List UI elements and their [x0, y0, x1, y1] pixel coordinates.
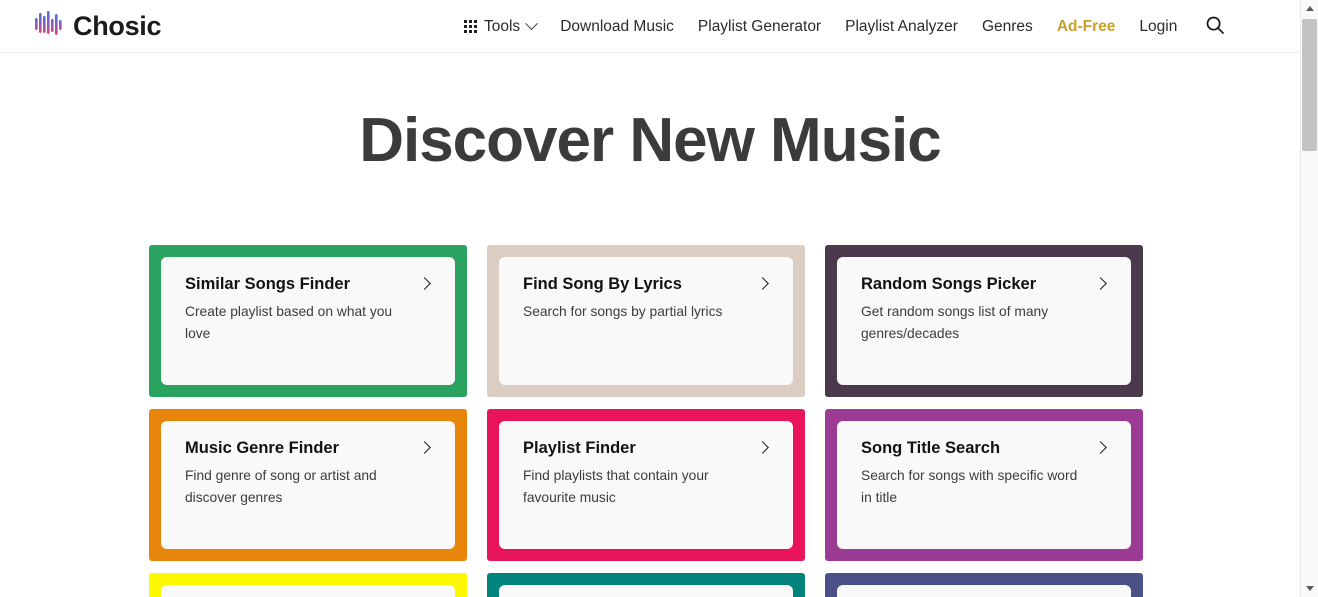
nav-item-playlist-analyzer[interactable]: Playlist Analyzer: [833, 0, 970, 53]
scroll-up-arrow-icon: [1305, 6, 1314, 11]
tool-card-header: Similar Songs Finder: [185, 275, 435, 295]
nav-item-tools[interactable]: Tools: [452, 0, 548, 53]
vertical-scrollbar[interactable]: [1300, 0, 1318, 597]
nav-item-playlist-generator[interactable]: Playlist Generator: [686, 0, 833, 53]
tool-card-description: Get random songs list of many genres/dec…: [861, 303, 1049, 341]
scrollbar-up-button[interactable]: [1301, 0, 1318, 17]
nav-item-login[interactable]: Login: [1127, 0, 1189, 53]
tool-card-inner: Similar Songs Finder Create playlist bas…: [161, 257, 455, 385]
tool-card-title: Similar Songs Finder: [185, 275, 351, 293]
tool-card-header: Random Songs Picker: [861, 275, 1111, 295]
tool-card-description: Find genre of song or artist and discove…: [185, 467, 377, 505]
page-content: Discover New Music Similar Songs Finder …: [0, 53, 1300, 597]
tool-card-playlist-finder[interactable]: Playlist Finder Find playlists that cont…: [487, 409, 805, 561]
tool-card-header: Find Song By Lyrics: [523, 275, 773, 295]
tool-card-inner: Random Songs Picker Get random songs lis…: [837, 257, 1131, 385]
tool-card-music-genre-finder[interactable]: Music Genre Finder Find genre of song or…: [149, 409, 467, 561]
tool-card-inner: Music Genre Finder Find genre of song or…: [161, 421, 455, 549]
tools-cards-grid: Similar Songs Finder Create playlist bas…: [149, 245, 1151, 597]
chevron-right-icon: [756, 277, 769, 290]
tool-card-description: Search for songs by partial lyrics: [523, 303, 723, 319]
tool-card-inner: Song Title Search Search for songs with …: [837, 421, 1131, 549]
nav-item-ad-free[interactable]: Ad-Free: [1045, 0, 1128, 53]
tool-card-header: Music Genre Finder: [185, 439, 435, 459]
tools-cards-section: Similar Songs Finder Create playlist bas…: [149, 172, 1151, 597]
tool-card-song-title-search[interactable]: Song Title Search Search for songs with …: [825, 409, 1143, 561]
tool-card-inner: [837, 585, 1131, 597]
tool-card-row3-col1[interactable]: [149, 573, 467, 597]
tool-card-title: Song Title Search: [861, 439, 1001, 457]
page-title: Discover New Music: [359, 106, 942, 175]
chevron-right-icon: [418, 441, 431, 454]
tool-card-inner: Find Song By Lyrics Search for songs by …: [499, 257, 793, 385]
main-navigation: Tools Download Music Playlist Generator …: [452, 0, 1235, 53]
chevron-right-icon: [1094, 277, 1107, 290]
browser-viewport: Chosic Tools Download Music Playlist Gen…: [0, 0, 1300, 597]
scrollbar-thumb[interactable]: [1302, 19, 1317, 151]
nav-item-genres[interactable]: Genres: [970, 0, 1045, 53]
tool-card-row3-col2[interactable]: [487, 573, 805, 597]
scroll-down-arrow-icon: [1305, 586, 1314, 591]
nav-item-download-music[interactable]: Download Music: [548, 0, 686, 53]
tool-card-inner: Playlist Finder Find playlists that cont…: [499, 421, 793, 549]
tool-card-random-songs-picker[interactable]: Random Songs Picker Get random songs lis…: [825, 245, 1143, 397]
chevron-right-icon: [1094, 441, 1107, 454]
brand-logo-link[interactable]: Chosic: [33, 9, 162, 44]
tool-card-inner: [161, 585, 455, 597]
tool-card-title: Playlist Finder: [523, 439, 636, 457]
tool-card-header: Song Title Search: [861, 439, 1111, 459]
chevron-down-icon: [525, 17, 539, 31]
tool-card-inner: [499, 585, 793, 597]
scrollbar-down-button[interactable]: [1301, 580, 1318, 597]
search-icon: [1205, 15, 1225, 38]
brand-name: Chosic: [73, 10, 162, 41]
nav-item-tools-label: Tools: [484, 18, 521, 35]
site-header: Chosic Tools Download Music Playlist Gen…: [0, 0, 1300, 53]
tool-card-description: Create playlist based on what you love: [185, 303, 393, 341]
search-button[interactable]: [1195, 15, 1235, 38]
tool-card-description: Find playlists that contain your favouri…: [523, 467, 709, 505]
tool-card-title: Find Song By Lyrics: [523, 275, 682, 293]
tool-card-header: Playlist Finder: [523, 439, 773, 459]
chevron-right-icon: [756, 441, 769, 454]
equalizer-bars-icon: [33, 9, 65, 44]
grid-apps-icon: [464, 20, 477, 33]
tool-card-title: Music Genre Finder: [185, 439, 340, 457]
tool-card-row3-col3[interactable]: [825, 573, 1143, 597]
tool-card-find-song-by-lyrics[interactable]: Find Song By Lyrics Search for songs by …: [487, 245, 805, 397]
tool-card-title: Random Songs Picker: [861, 275, 1037, 293]
tool-card-similar-songs-finder[interactable]: Similar Songs Finder Create playlist bas…: [149, 245, 467, 397]
tool-card-description: Search for songs with specific word in t…: [861, 467, 1078, 505]
chevron-right-icon: [418, 277, 431, 290]
